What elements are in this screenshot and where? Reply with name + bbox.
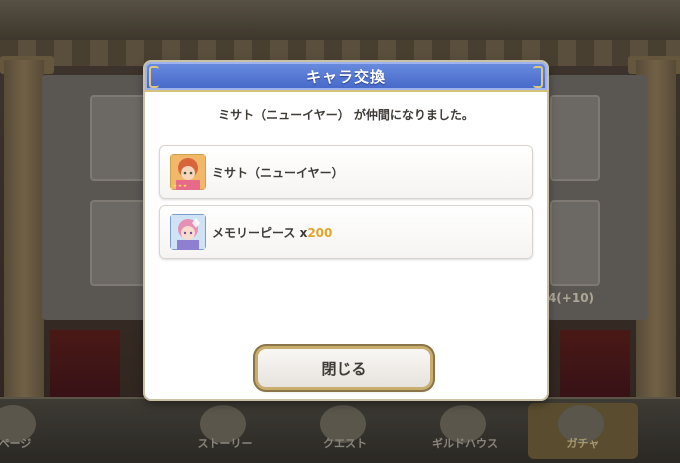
memory-piece-icon xyxy=(170,214,206,250)
reward-name-text: メモリーピース x xyxy=(212,226,308,240)
reward-name: ミサト（ニューイヤー） xyxy=(212,166,344,180)
reward-row-character: ミサト（ニューイヤー） xyxy=(159,145,533,199)
reward-name: メモリーピース x200 xyxy=(212,224,332,241)
character-exchange-dialog: キャラ交換 ミサト（ニューイヤー） が仲間になりました。 ミサト（ニューイヤー） xyxy=(145,62,547,399)
dialog-header: キャラ交換 xyxy=(145,62,547,92)
close-button-label: 閉じる xyxy=(321,360,367,378)
dialog-message: ミサト（ニューイヤー） が仲間になりました。 xyxy=(218,108,474,122)
character-portrait-icon xyxy=(170,154,206,190)
close-button[interactable]: 閉じる xyxy=(258,349,430,387)
dialog-title: キャラ交換 xyxy=(305,68,386,86)
reward-count: 200 xyxy=(307,226,333,240)
reward-row-memory-piece: メモリーピース x200 xyxy=(159,205,533,259)
